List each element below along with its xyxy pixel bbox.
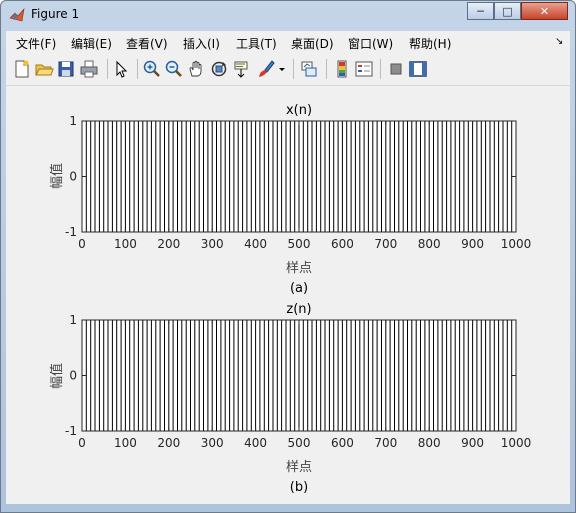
y-tick-label: 1 <box>69 114 77 128</box>
show-plot-tools-icon[interactable] <box>408 59 428 79</box>
zoom-in-icon[interactable] <box>142 59 162 79</box>
subplot-a[interactable]: 0 100 200 300 400 500 600 700 800 900 1000 -101 x(… <box>49 103 531 296</box>
x-tick-label: 1000 <box>501 237 532 251</box>
x-tick-label: 600 <box>331 436 354 450</box>
open-file-icon[interactable] <box>34 59 54 79</box>
y-axis-label: 幅值 <box>49 363 65 389</box>
pointer-icon[interactable] <box>111 59 131 79</box>
toolbar-separator <box>326 59 327 79</box>
matlab-logo-icon <box>9 7 25 22</box>
series-line-zn <box>82 319 516 432</box>
x-tick-label: 900 <box>461 436 484 450</box>
x-tick-label: 900 <box>461 237 484 251</box>
brush-dropdown-icon[interactable] <box>278 59 286 79</box>
menu-desktop[interactable]: 桌面(D) <box>291 35 334 52</box>
chart-title: x(n) <box>286 103 312 118</box>
minimize-icon: ─ <box>477 4 484 18</box>
x-tick-label: 700 <box>374 237 397 251</box>
y-axis-label: 幅值 <box>49 163 65 189</box>
subplot-caption: (b) <box>290 480 308 495</box>
y-tick-label: -1 <box>65 225 77 239</box>
dock-figure-icon[interactable]: ↘ <box>555 36 563 47</box>
minimize-button[interactable]: ─ <box>467 2 494 20</box>
maximize-button[interactable]: □ <box>494 2 521 20</box>
window-title: Figure 1 <box>31 7 80 21</box>
colorbar-icon[interactable] <box>332 59 352 79</box>
x-tick-label: 300 <box>201 237 224 251</box>
toolbar-separator <box>107 59 108 79</box>
subplot-caption: (a) <box>290 281 308 296</box>
x-axis-label: 样点 <box>286 460 312 475</box>
zoom-out-icon[interactable] <box>164 59 184 79</box>
x-tick-label: 300 <box>201 436 224 450</box>
x-tick-label: 200 <box>157 237 180 251</box>
maximize-icon: □ <box>502 4 513 18</box>
x-tick-label: 500 <box>288 436 311 450</box>
data-cursor-icon[interactable] <box>232 59 252 79</box>
brush-icon[interactable] <box>256 59 276 79</box>
menu-tools[interactable]: 工具(T) <box>236 35 277 52</box>
x-tick-label: 800 <box>418 237 441 251</box>
y-tick-label: 0 <box>69 170 77 184</box>
close-icon: ✕ <box>539 4 550 18</box>
toolbar-separator <box>380 59 381 79</box>
save-icon[interactable] <box>56 59 76 79</box>
chart-title: z(n) <box>286 302 311 317</box>
figure-canvas: 0 100 200 300 400 500 600 700 800 900 1000 -1 0 1 x(… <box>6 86 570 504</box>
new-figure-icon[interactable] <box>12 59 32 79</box>
subplot-b[interactable]: 0 100 200 300 400 500 600 700 800 900 1000 -101 z(… <box>49 302 531 495</box>
menu-bar: 文件(F) 编辑(E) 查看(V) 插入(I) 工具(T) 桌面(D) 窗口(W… <box>6 31 570 53</box>
menu-file[interactable]: 文件(F) <box>16 35 56 52</box>
menu-window[interactable]: 窗口(W) <box>348 35 393 52</box>
pan-icon[interactable] <box>186 59 206 79</box>
x-tick-label: 500 <box>288 237 311 251</box>
x-tick-label: 200 <box>157 436 180 450</box>
x-tick-label: 1000 <box>501 436 532 450</box>
x-tick-label: 400 <box>244 237 267 251</box>
title-bar[interactable]: Figure 1 ─ □ ✕ <box>1 1 575 29</box>
menu-view[interactable]: 查看(V) <box>126 35 168 52</box>
toolbar-separator <box>293 59 294 79</box>
link-plot-icon[interactable] <box>299 59 319 79</box>
x-tick-label: 100 <box>114 436 137 450</box>
y-tick-label: 0 <box>69 369 77 383</box>
legend-icon[interactable] <box>354 59 374 79</box>
x-tick-label: 100 <box>114 237 137 251</box>
menu-help[interactable]: 帮助(H) <box>409 35 451 52</box>
x-axis-label: 样点 <box>286 261 312 276</box>
rotate-3d-icon[interactable] <box>209 59 229 79</box>
figure-toolbar <box>6 53 570 86</box>
figure-plots: 0 100 200 300 400 500 600 700 800 900 1000 -101 x(… <box>49 103 531 495</box>
x-tick-label: 700 <box>374 436 397 450</box>
toolbar-separator <box>137 59 138 79</box>
y-tick-label: -1 <box>65 424 77 438</box>
close-button[interactable]: ✕ <box>521 2 568 20</box>
menu-insert[interactable]: 插入(I) <box>183 35 220 52</box>
menu-edit[interactable]: 编辑(E) <box>71 35 112 52</box>
print-icon[interactable] <box>79 59 99 79</box>
hide-plot-tools-icon[interactable] <box>386 59 406 79</box>
figure-window: Figure 1 ─ □ ✕ 文件(F) 编辑(E) 查看(V) 插入(I) 工… <box>0 0 576 513</box>
x-tick-label: 400 <box>244 436 267 450</box>
x-tick-label: 800 <box>418 436 441 450</box>
x-tick-label: 0 <box>78 436 86 450</box>
x-tick-label: 600 <box>331 237 354 251</box>
y-tick-label: 1 <box>69 313 77 327</box>
series-line-xn <box>82 120 516 233</box>
x-tick-label: 0 <box>78 237 86 251</box>
